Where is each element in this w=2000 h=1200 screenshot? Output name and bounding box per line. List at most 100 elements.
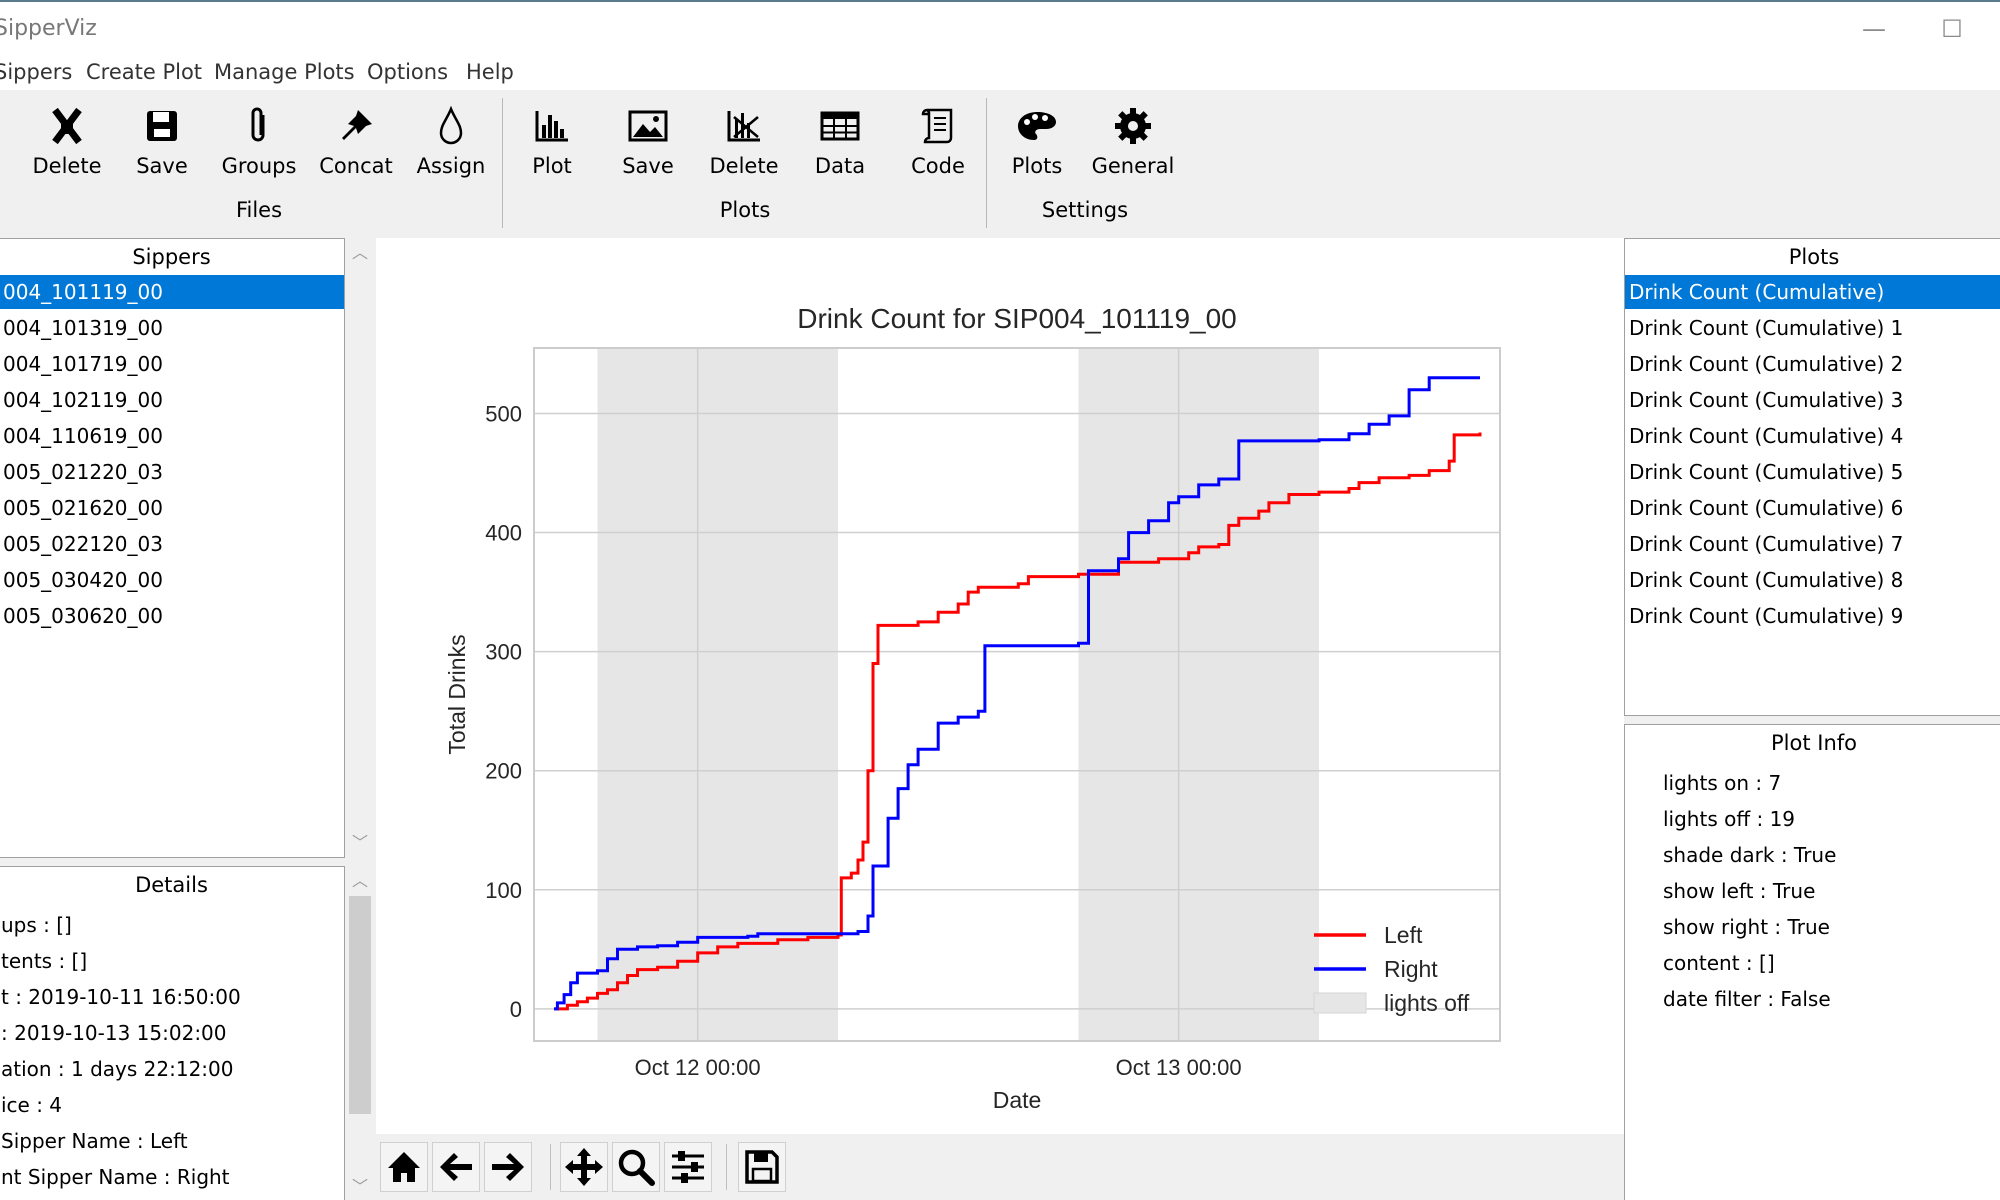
sippers-scrollbar[interactable]: ︿ ﹀ <box>349 238 371 858</box>
detail-line: ups : [] <box>1 913 72 937</box>
window-title-text: SipperViz <box>0 16 97 41</box>
plots-plot-button[interactable]: Plot <box>507 104 597 178</box>
files-groups-button[interactable]: Groups <box>214 104 304 178</box>
details-panel: Details ups : [] tents : [] t : 2019-10-11… <box>0 866 345 1200</box>
files-assign-button[interactable]: Assign <box>406 104 496 178</box>
detail-line: ice : 4 <box>1 1093 63 1117</box>
y-tick-label: 400 <box>485 521 522 546</box>
plot-navigation-toolbar <box>376 1134 1624 1200</box>
settings-general-button[interactable]: General <box>1088 104 1178 178</box>
detail-line: : 2019-10-13 15:02:00 <box>1 1021 227 1045</box>
legend-label: Left <box>1384 922 1423 948</box>
list-item[interactable]: 004_110619_00 <box>0 419 344 453</box>
plots-delete-button[interactable]: Delete <box>699 104 789 178</box>
minimize-button[interactable]: — <box>1852 12 1896 46</box>
drink-count-chart: 0 100 200 300 400 500 Oct 12 00:00 Oct 13 00:00… <box>444 303 1501 1113</box>
files-save-button[interactable]: Save <box>117 104 207 178</box>
scroll-down-icon[interactable]: ﹀ <box>349 1176 371 1198</box>
settings-group-label: Settings <box>1041 198 1129 222</box>
list-item[interactable]: 004_101719_00 <box>0 347 344 381</box>
detail-line: ation : 1 days 22:12:00 <box>1 1057 234 1081</box>
list-item[interactable]: Drink Count (Cumulative) 2 <box>1625 347 2000 381</box>
plots-plot-label: Plot <box>532 154 572 178</box>
ribbon-separator <box>502 98 503 228</box>
configure-subplots-button[interactable] <box>664 1142 712 1192</box>
scroll-icon <box>893 104 983 148</box>
files-concat-button[interactable]: Concat <box>311 104 401 178</box>
plots-data-label: Data <box>814 154 866 178</box>
list-item[interactable]: Drink Count (Cumulative) 1 <box>1625 311 2000 345</box>
list-item[interactable]: Drink Count (Cumulative) <box>1625 275 2000 309</box>
detail-line: Sipper Name : Left <box>1 1129 188 1153</box>
maximize-button[interactable]: ☐ <box>1930 12 1974 46</box>
x-axis-label: Date <box>993 1087 1042 1113</box>
list-item[interactable]: Drink Count (Cumulative) 7 <box>1625 527 2000 561</box>
scroll-up-icon[interactable]: ︿ <box>349 870 371 892</box>
plot-info-line: show left : True <box>1663 879 1816 903</box>
gear-icon <box>1088 104 1178 148</box>
settings-general-label: General <box>1091 154 1175 178</box>
plot-info-line: lights on : 7 <box>1663 771 1782 795</box>
menu-sippers[interactable]: Sippers <box>0 60 72 84</box>
files-group-label: Files <box>235 198 283 222</box>
list-item[interactable]: 005_021620_00 <box>0 491 344 525</box>
plots-code-label: Code <box>911 154 965 178</box>
list-item[interactable]: Drink Count (Cumulative) 5 <box>1625 455 2000 489</box>
list-item[interactable]: Drink Count (Cumulative) 3 <box>1625 383 2000 417</box>
pan-button[interactable] <box>560 1142 608 1192</box>
floppy-disk-icon <box>117 104 207 148</box>
list-item[interactable]: 004_101319_00 <box>0 311 344 345</box>
zoom-button[interactable] <box>612 1142 660 1192</box>
minimize-icon: — <box>1862 15 1886 43</box>
ribbon-separator <box>986 98 987 228</box>
plots-save-label: Save <box>622 154 674 178</box>
list-item[interactable]: 004_102119_00 <box>0 383 344 417</box>
list-item[interactable]: 004_101119_00 <box>0 275 344 309</box>
details-scroll-thumb[interactable] <box>349 896 371 1114</box>
back-button[interactable] <box>432 1142 480 1192</box>
files-delete-button[interactable]: Delete <box>22 104 112 178</box>
save-figure-button[interactable] <box>738 1142 786 1192</box>
pan-icon <box>565 1148 603 1186</box>
menu-options[interactable]: Options <box>367 60 448 84</box>
forward-arrow-icon <box>492 1153 524 1181</box>
list-item[interactable]: 005_030620_00 <box>0 599 344 633</box>
menu-manage-plots[interactable]: Manage Plots <box>214 60 355 84</box>
settings-plots-button[interactable]: Plots <box>992 104 1082 178</box>
plots-data-button[interactable]: Data <box>795 104 885 178</box>
details-scrollbar[interactable]: ︿ ﹀ <box>349 866 371 1200</box>
home-icon <box>388 1152 420 1182</box>
table-icon <box>795 104 885 148</box>
toolbar-separator <box>726 1144 727 1190</box>
y-axis-label: Total Drinks <box>444 634 470 754</box>
list-item[interactable]: Drink Count (Cumulative) 4 <box>1625 419 2000 453</box>
palette-icon <box>992 104 1082 148</box>
list-item[interactable]: 005_022120_03 <box>0 527 344 561</box>
list-item[interactable]: 005_021220_03 <box>0 455 344 489</box>
plots-code-button[interactable]: Code <box>893 104 983 178</box>
plot-canvas[interactable]: 0 100 200 300 400 500 Oct 12 00:00 Oct 13 00:00… <box>376 238 1624 1134</box>
list-item[interactable]: Drink Count (Cumulative) 9 <box>1625 599 2000 633</box>
app-window: SipperViz — ☐ Sippers Create Plot Manage… <box>0 0 2000 1200</box>
plot-info-header: Plot Info <box>1625 725 2000 761</box>
list-item[interactable]: 005_030420_00 <box>0 563 344 597</box>
menu-create-plot[interactable]: Create Plot <box>86 60 202 84</box>
configure-subplots-icon <box>672 1151 704 1183</box>
home-button[interactable] <box>380 1142 428 1192</box>
forward-button[interactable] <box>484 1142 532 1192</box>
lights-off-region <box>1078 348 1319 1041</box>
scroll-down-icon[interactable]: ﹀ <box>349 832 371 854</box>
detail-line: tents : [] <box>1 949 88 973</box>
list-item[interactable]: Drink Count (Cumulative) 6 <box>1625 491 2000 525</box>
y-tick-label: 100 <box>485 878 522 903</box>
image-icon <box>603 104 693 148</box>
scroll-up-icon[interactable]: ︿ <box>349 242 371 264</box>
plots-delete-label: Delete <box>709 154 779 178</box>
files-delete-label: Delete <box>32 154 102 178</box>
plots-save-button[interactable]: Save <box>603 104 693 178</box>
menu-help[interactable]: Help <box>466 60 514 84</box>
plots-header: Plots <box>1625 239 2000 275</box>
toolbar-separator <box>550 1144 551 1190</box>
files-concat-label: Concat <box>319 154 393 178</box>
list-item[interactable]: Drink Count (Cumulative) 8 <box>1625 563 2000 597</box>
